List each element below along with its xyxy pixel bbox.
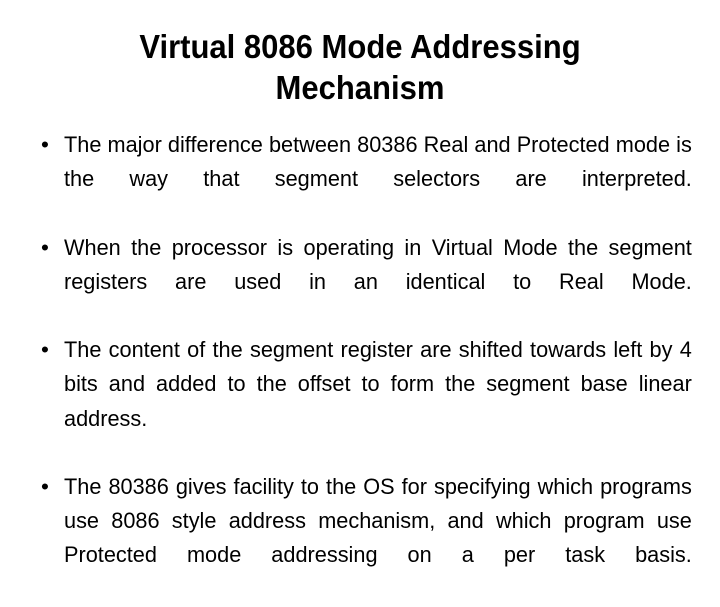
bullet-point-icon: •: [41, 132, 49, 157]
list-item-text: The major difference between 80386 Real …: [64, 132, 692, 192]
bullet-point-icon: •: [41, 234, 49, 260]
bullet-point-icon: •: [41, 474, 49, 500]
slide-canvas: Virtual 8086 Mode Addressing Mechanism •…: [0, 0, 720, 567]
list-item: • The 80386 gives facility to the OS for…: [28, 470, 692, 607]
list-item: • The content of the segment register ar…: [28, 333, 692, 470]
list-item: • The major difference between 80386 Rea…: [28, 128, 692, 231]
bullet-list: • The major difference between 80386 Rea…: [28, 128, 692, 607]
page-title: Virtual 8086 Mode Addressing Mechanism: [139, 28, 581, 106]
list-item-text: The 80386 gives facility to the OS for s…: [64, 474, 692, 568]
list-item-text: When the processor is operating in Virtu…: [64, 234, 692, 294]
list-item: • When the processor is operating in Vir…: [28, 231, 692, 334]
list-item-text: The content of the segment register are …: [64, 337, 692, 431]
bullet-point-icon: •: [41, 337, 49, 363]
